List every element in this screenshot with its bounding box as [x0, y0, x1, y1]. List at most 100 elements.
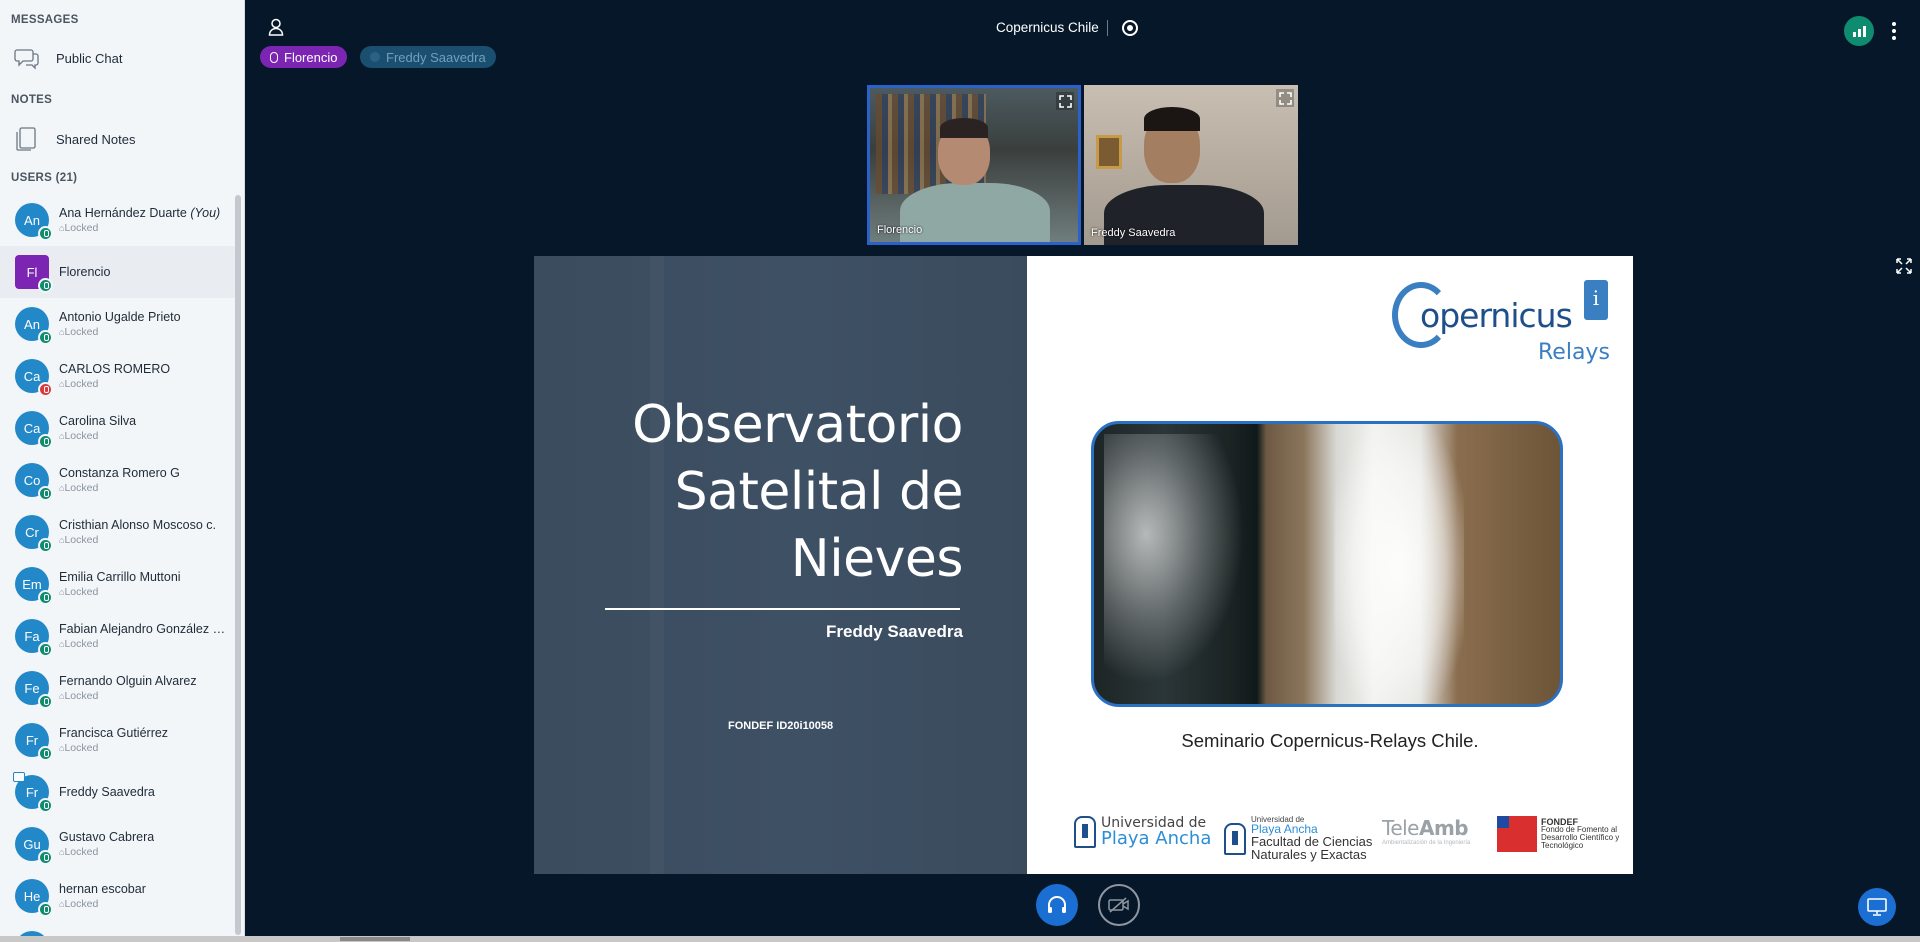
- avatar: Fl: [15, 255, 53, 293]
- avatar-initials: He: [23, 888, 41, 904]
- headphones-icon: [1048, 896, 1066, 913]
- record-icon[interactable]: [1122, 20, 1138, 36]
- slide-author: Freddy Saavedra: [825, 622, 963, 641]
- listen-only-icon: [38, 434, 53, 449]
- user-info: Fernando Olguin Alvarez ⌂Locked: [59, 674, 197, 702]
- talking-indicator-florencio[interactable]: Florencio: [260, 46, 348, 68]
- video-user-name: Florencio: [877, 224, 923, 236]
- user-list-toggle-button[interactable]: [268, 18, 284, 41]
- user-status: ⌂Locked: [59, 638, 231, 650]
- video-tile-freddy[interactable]: Freddy Saavedra: [1084, 85, 1298, 245]
- user-name: Florencio: [59, 265, 110, 279]
- user-list-panel: MESSAGES Public Chat NOTES Shared Notes …: [0, 0, 245, 942]
- user-list-item[interactable]: Ca Carolina Silva ⌂Locked: [0, 402, 238, 454]
- logo-relays: Relays: [1538, 340, 1610, 365]
- avatar: Co: [15, 463, 53, 501]
- user-status: ⌂Locked: [59, 482, 180, 494]
- user-status: ⌂Locked: [59, 690, 197, 702]
- user-list-item[interactable]: Fr Francisca Gutiérrez ⌂Locked: [0, 714, 238, 766]
- talking-indicator-freddy[interactable]: Freddy Saavedra: [360, 46, 496, 68]
- user-list-item[interactable]: Co Constanza Romero G ⌂Locked: [0, 454, 238, 506]
- user-info: CARLOS ROMERO ⌂Locked: [59, 362, 170, 390]
- slide-title-line: Observatorio: [632, 395, 963, 455]
- listen-only-icon: [38, 642, 53, 657]
- user-list-item[interactable]: Cr Cristhian Alonso Moscoso c. ⌂Locked: [0, 506, 238, 558]
- avatar: Ca: [15, 359, 53, 397]
- user-info: Francisca Gutiérrez ⌂Locked: [59, 726, 168, 754]
- shared-notes-link[interactable]: Shared Notes: [14, 126, 136, 152]
- fac-line4: Naturales y Exactas: [1251, 847, 1367, 862]
- fullscreen-icon[interactable]: [1056, 92, 1074, 110]
- user-list-item[interactable]: Gu Gustavo Cabrera ⌂Locked: [0, 818, 238, 870]
- avatar-initials: Fr: [25, 784, 39, 800]
- leave-audio-button[interactable]: [1036, 884, 1078, 926]
- user-list-item[interactable]: He hernan escobar ⌂Locked: [0, 870, 238, 922]
- user-list-item[interactable]: An Antonio Ugalde Prieto ⌂Locked: [0, 298, 238, 350]
- listen-only-icon: [38, 330, 53, 345]
- user-name-text: Florencio: [59, 265, 111, 279]
- teleamb-sub: Ambientalización de la Ingeniería: [1382, 840, 1471, 846]
- avatar: Fe: [15, 671, 53, 709]
- avatar: Fa: [15, 619, 53, 657]
- user-list-item[interactable]: Fr Freddy Saavedra: [0, 766, 238, 818]
- signal-bar: [1857, 29, 1861, 37]
- more-options-icon[interactable]: [1888, 16, 1900, 46]
- you-label: (You): [190, 206, 221, 220]
- title-separator: [1107, 20, 1108, 36]
- user-name: Fabian Alejandro González Mu…: [59, 622, 231, 636]
- avatar-initials: Ca: [23, 368, 41, 384]
- user-name: Freddy Saavedra: [59, 785, 155, 799]
- avatar-initials: Fa: [24, 628, 40, 644]
- fondef-logo-text: FONDEF Fondo de Fomento al Desarrollo Ci…: [1541, 818, 1621, 850]
- video-tile-florencio[interactable]: Florencio: [867, 85, 1081, 245]
- avatar: Gu: [15, 827, 53, 865]
- public-chat-link[interactable]: Public Chat: [14, 46, 122, 70]
- upa-logo: Universidad de Playa Ancha: [1074, 816, 1211, 848]
- user-info: Constanza Romero G ⌂Locked: [59, 466, 180, 494]
- connection-status-button[interactable]: [1844, 16, 1874, 46]
- horizontal-scrollbar-thumb[interactable]: [340, 937, 410, 941]
- presentation-toggle-button[interactable]: [1858, 888, 1896, 926]
- listen-only-icon: [38, 694, 53, 709]
- shared-notes-label: Shared Notes: [56, 131, 136, 147]
- user-status-text: Locked: [64, 534, 99, 546]
- fullscreen-icon[interactable]: [1896, 258, 1912, 279]
- avatar: Cr: [15, 515, 53, 553]
- video-person: [900, 183, 1050, 242]
- avatar-initials: Ca: [23, 420, 41, 436]
- chile-government-icon: [1497, 816, 1537, 852]
- upa-crest-icon: [1224, 822, 1246, 855]
- user-name: hernan escobar: [59, 882, 146, 896]
- share-webcam-button[interactable]: [1098, 884, 1140, 926]
- teleamb-logo-text: TeleAmb Ambientalización de la Ingenierí…: [1382, 816, 1470, 846]
- user-info: Ana Hernández Duarte (You) ⌂Locked: [59, 206, 220, 234]
- presentation-slide: Observatorio Satelital de Nieves Freddy …: [534, 256, 1633, 874]
- user-status: ⌂Locked: [59, 742, 168, 754]
- user-name: Ana Hernández Duarte (You): [59, 206, 220, 220]
- slide-title-panel: Observatorio Satelital de Nieves Freddy …: [534, 256, 1027, 874]
- horizontal-scrollbar[interactable]: [0, 936, 1920, 942]
- listen-only-icon: [38, 278, 53, 293]
- user-name: Francisca Gutiérrez: [59, 726, 168, 740]
- user-status: ⌂Locked: [59, 586, 181, 598]
- tele-part: Tele: [1382, 816, 1419, 840]
- copernicus-relays-logo: opernicus Relays i: [1392, 278, 1618, 368]
- user-name-text: Emilia Carrillo Muttoni: [59, 570, 181, 584]
- amb-part: Amb: [1418, 816, 1469, 840]
- signal-bars-icon: [1852, 32, 1856, 37]
- user-list-item[interactable]: Fa Fabian Alejandro González Mu… ⌂Locked: [0, 610, 238, 662]
- avatar-initials: An: [24, 316, 40, 332]
- avatar: Fr: [13, 772, 53, 813]
- user-list-item[interactable]: An Ana Hernández Duarte (You) ⌂Locked: [0, 194, 238, 246]
- user-name: Emilia Carrillo Muttoni: [59, 570, 181, 584]
- user-name-text: Gustavo Cabrera: [59, 830, 155, 844]
- user-name-text: Carolina Silva: [59, 414, 137, 428]
- user-list-scrollbar[interactable]: [235, 195, 241, 935]
- upa-logo-text: Universidad de Playa Ancha: [1101, 816, 1211, 848]
- user-list-item[interactable]: Fl Florencio: [0, 246, 238, 298]
- fullscreen-icon[interactable]: [1276, 89, 1294, 107]
- user-list-item[interactable]: Em Emilia Carrillo Muttoni ⌂Locked: [0, 558, 238, 610]
- user-list-item[interactable]: Fe Fernando Olguin Alvarez ⌂Locked: [0, 662, 238, 714]
- upa-line2: Playa Ancha: [1101, 828, 1212, 849]
- user-list-item[interactable]: Ca CARLOS ROMERO ⌂Locked: [0, 350, 238, 402]
